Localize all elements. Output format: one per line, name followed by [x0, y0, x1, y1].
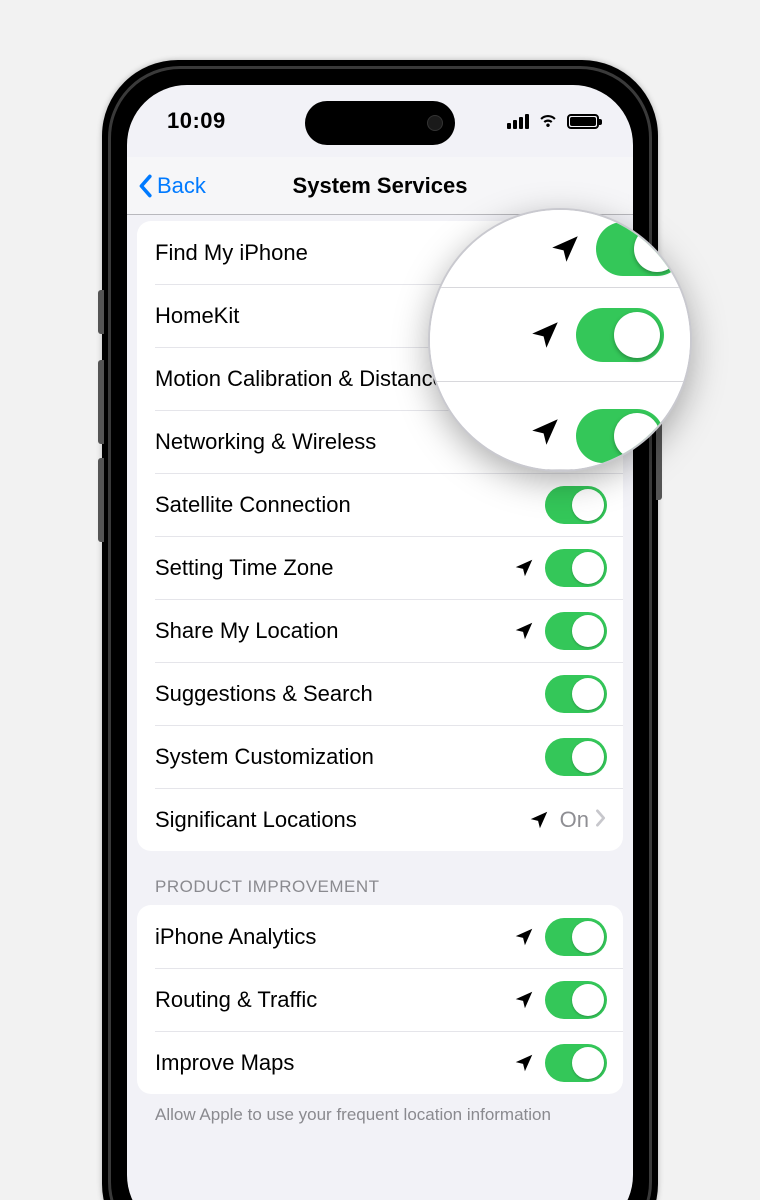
section-footer: Allow Apple to use your frequent locatio… [137, 1094, 623, 1127]
back-button[interactable]: Back [137, 173, 206, 199]
row-detail: On [560, 807, 589, 833]
toggle-satellite-connection[interactable] [545, 486, 607, 524]
location-arrow-icon [528, 809, 550, 831]
row-system-customization: System Customization [155, 725, 623, 788]
row-label: Suggestions & Search [155, 681, 545, 707]
toggle-system-customization[interactable] [545, 738, 607, 776]
location-arrow-icon [513, 989, 535, 1011]
settings-group-2: iPhone Analytics Routing & Traffic Impro… [137, 905, 623, 1094]
chevron-right-icon [595, 807, 607, 833]
nav-bar: Back System Services [127, 157, 633, 215]
magnified-toggle [576, 308, 664, 362]
location-arrow-icon [513, 557, 535, 579]
magnified-toggle [596, 222, 684, 276]
row-setting-time-zone: Setting Time Zone [155, 536, 623, 599]
row-iphone-analytics: iPhone Analytics [137, 905, 623, 968]
toggle-routing-traffic[interactable] [545, 981, 607, 1019]
row-label: Significant Locations [155, 807, 528, 833]
status-time: 10:09 [167, 108, 226, 134]
status-bar: 10:09 [127, 85, 633, 157]
toggle-setting-time-zone[interactable] [545, 549, 607, 587]
location-arrow-icon [548, 232, 582, 266]
row-label: Setting Time Zone [155, 555, 513, 581]
row-improve-maps: Improve Maps [155, 1031, 623, 1094]
cellular-icon [507, 113, 529, 129]
location-arrow-icon [513, 1052, 535, 1074]
toggle-share-my-location[interactable] [545, 612, 607, 650]
row-label: Improve Maps [155, 1050, 513, 1076]
toggle-suggestions-search[interactable] [545, 675, 607, 713]
row-significant-locations[interactable]: Significant Locations On [155, 788, 623, 851]
location-arrow-icon [513, 620, 535, 642]
location-arrow-icon [528, 318, 562, 352]
toggle-iphone-analytics[interactable] [545, 918, 607, 956]
location-arrow-icon [513, 926, 535, 948]
magnified-toggle [576, 409, 664, 463]
row-share-my-location: Share My Location [155, 599, 623, 662]
row-label: Satellite Connection [155, 492, 545, 518]
magnifier-callout [430, 210, 690, 470]
wifi-icon [537, 111, 559, 132]
location-arrow-icon [528, 415, 562, 449]
row-label: Share My Location [155, 618, 513, 644]
toggle-improve-maps[interactable] [545, 1044, 607, 1082]
row-label: iPhone Analytics [155, 924, 513, 950]
battery-icon [567, 114, 599, 129]
section-header-product-improvement: PRODUCT IMPROVEMENT [137, 851, 623, 905]
row-label: Routing & Traffic [155, 987, 513, 1013]
row-suggestions-search: Suggestions & Search [155, 662, 623, 725]
row-satellite-connection: Satellite Connection [155, 473, 623, 536]
row-label: System Customization [155, 744, 545, 770]
back-label: Back [157, 173, 206, 199]
row-routing-traffic: Routing & Traffic [155, 968, 623, 1031]
